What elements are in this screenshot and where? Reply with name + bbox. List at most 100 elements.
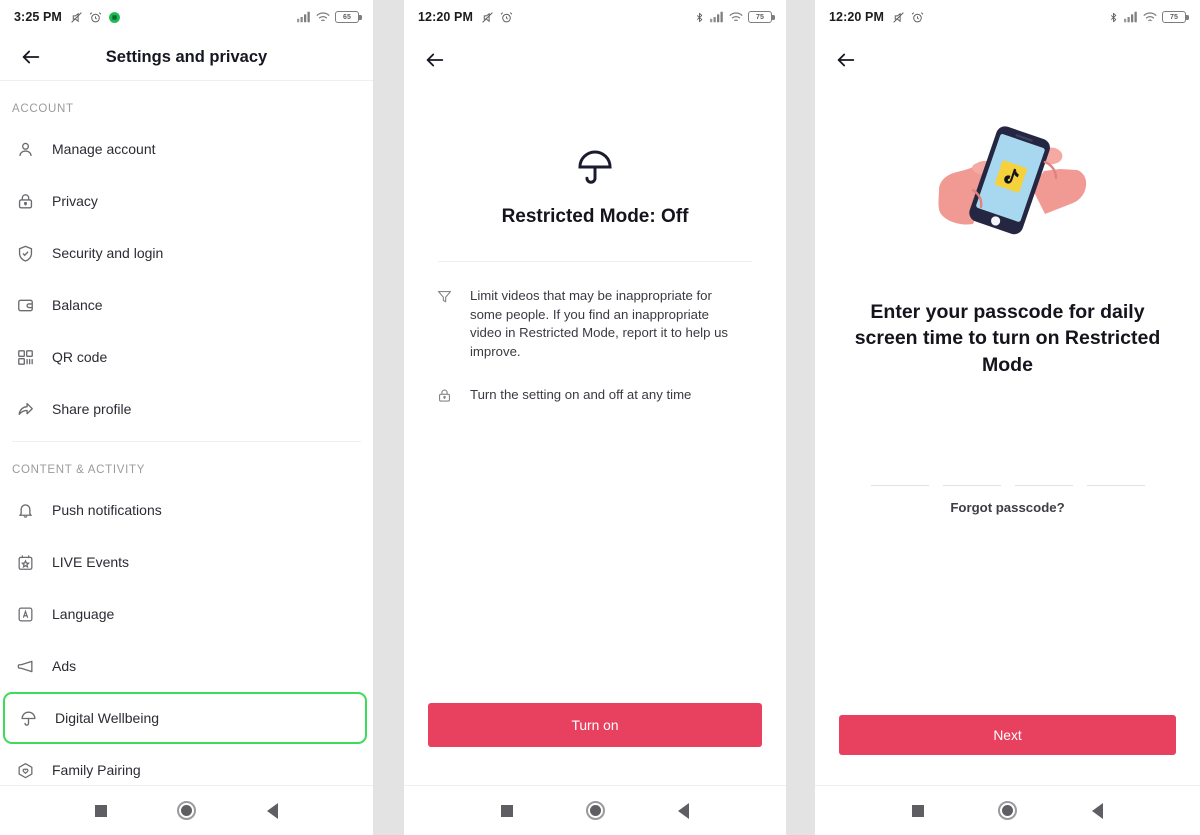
passcode-input[interactable] (870, 456, 1145, 486)
hand-holding-phone-illustration (917, 118, 1099, 245)
alarm-icon (500, 11, 513, 24)
battery-level: 75 (756, 13, 764, 21)
back-arrow-icon[interactable] (18, 44, 44, 70)
mute-icon (70, 11, 83, 24)
cta-container: Turn on (404, 703, 786, 747)
square-icon[interactable] (95, 804, 108, 817)
square-icon[interactable] (912, 804, 925, 817)
passcode-title: Enter your passcode for daily screen tim… (854, 301, 1161, 376)
list-item: Turn the setting on and off at any time (436, 386, 762, 405)
language-icon (14, 603, 36, 625)
android-nav-bar (0, 785, 373, 835)
sidebar-item-manage-account[interactable]: Manage account (0, 123, 373, 175)
sidebar-item-label: Manage account (52, 141, 156, 157)
sidebar-item-push-notifications[interactable]: Push notifications (0, 484, 373, 536)
lock-icon (14, 190, 36, 212)
turn-on-button[interactable]: Turn on (428, 703, 762, 747)
sidebar-item-privacy[interactable]: Privacy (0, 175, 373, 227)
passcode-slot[interactable] (1014, 456, 1073, 486)
passcode-slot[interactable] (942, 456, 1001, 486)
family-icon (14, 759, 36, 781)
circle-icon[interactable] (998, 801, 1018, 820)
battery-icon: 65 (335, 11, 362, 23)
passcode-slot[interactable] (870, 456, 929, 486)
sidebar-item-language[interactable]: Language (0, 588, 373, 640)
back-arrow-icon[interactable] (422, 47, 448, 73)
signal-icon (710, 11, 724, 23)
sidebar-item-label: Language (52, 606, 115, 622)
phone-panel-restricted-mode: 12:20 PM 75 Restricted Mode: Off Limit v… (404, 0, 786, 835)
sidebar-item-label: Privacy (52, 193, 98, 209)
sidebar-item-label: Ads (52, 658, 77, 674)
sidebar-item-family-pairing[interactable]: Family Pairing (0, 744, 373, 785)
lock-icon (436, 387, 454, 405)
umbrella-icon (428, 146, 762, 188)
sidebar-item-label: Digital Wellbeing (55, 710, 160, 726)
app-bar (404, 34, 786, 86)
forgot-passcode-link[interactable]: Forgot passcode? (950, 500, 1064, 515)
sidebar-item-balance[interactable]: Balance (0, 279, 373, 331)
wallet-icon (14, 294, 36, 316)
passcode-slot[interactable] (1086, 456, 1145, 486)
status-time: 12:20 PM (418, 10, 473, 24)
wifi-icon (316, 11, 330, 23)
sidebar-item-label: QR code (52, 349, 108, 365)
alarm-icon (89, 11, 102, 24)
restricted-mode-body: Restricted Mode: Off Limit videos that m… (404, 86, 786, 703)
bluetooth-icon (694, 11, 705, 24)
alarm-icon (911, 11, 924, 24)
sidebar-item-live-events[interactable]: LIVE Events (0, 536, 373, 588)
mute-icon (892, 11, 905, 24)
qr-code-icon (14, 346, 36, 368)
square-icon[interactable] (500, 804, 513, 817)
battery-icon: 75 (1162, 11, 1189, 23)
settings-list: ACCOUNT Manage account Privacy Security … (0, 81, 373, 785)
next-button[interactable]: Next (839, 715, 1176, 755)
bluetooth-icon (1108, 11, 1119, 24)
app-bar: Settings and privacy (0, 34, 373, 81)
page-title: Settings and privacy (105, 47, 268, 66)
list-item: Limit videos that may be inappropriate f… (436, 287, 762, 362)
person-icon (14, 138, 36, 160)
status-bar: 12:20 PM 75 (815, 0, 1200, 34)
status-bar: 3:25 PM 65 (0, 0, 373, 34)
list-item-text: Limit videos that may be inappropriate f… (470, 288, 729, 360)
wifi-icon (1143, 11, 1157, 23)
sidebar-item-label: Share profile (52, 401, 132, 417)
app-badge-icon (108, 11, 121, 24)
sidebar-item-qr-code[interactable]: QR code (0, 331, 373, 383)
divider (438, 261, 752, 262)
screenshot-stage: 3:25 PM 65 Settings and privacy ACCOUNT … (0, 0, 1200, 835)
phone-panel-enter-passcode: 12:20 PM 75 Enter your passcode for dail… (815, 0, 1200, 835)
bell-icon (14, 499, 36, 521)
android-nav-bar (815, 785, 1200, 835)
status-bar: 12:20 PM 75 (404, 0, 786, 34)
signal-icon (297, 11, 311, 23)
section-header-content-activity: CONTENT & ACTIVITY (12, 464, 146, 476)
sidebar-item-label: Balance (52, 297, 103, 313)
battery-icon: 75 (748, 11, 775, 23)
back-arrow-icon[interactable] (833, 47, 859, 73)
umbrella-icon (17, 707, 39, 729)
sidebar-item-label: Security and login (52, 245, 164, 261)
circle-icon[interactable] (585, 801, 605, 820)
sidebar-item-security-and-login[interactable]: Security and login (0, 227, 373, 279)
feature-list: Limit videos that may be inappropriate f… (428, 287, 762, 405)
share-icon (14, 398, 36, 420)
triangle-back-icon[interactable] (266, 802, 278, 819)
triangle-back-icon[interactable] (1091, 802, 1103, 819)
phone-panel-settings: 3:25 PM 65 Settings and privacy ACCOUNT … (0, 0, 373, 835)
sidebar-item-ads[interactable]: Ads (0, 640, 373, 692)
wifi-icon (729, 11, 743, 23)
sidebar-item-digital-wellbeing[interactable]: Digital Wellbeing (3, 692, 367, 744)
status-time: 12:20 PM (829, 10, 884, 24)
calendar-icon (14, 551, 36, 573)
sidebar-item-share-profile[interactable]: Share profile (0, 383, 373, 435)
restricted-mode-title: Restricted Mode: Off (501, 206, 689, 227)
filter-icon (436, 288, 454, 306)
triangle-back-icon[interactable] (678, 802, 690, 819)
battery-level: 75 (1170, 13, 1178, 21)
circle-icon[interactable] (177, 801, 197, 820)
megaphone-icon (14, 655, 36, 677)
sidebar-item-label: Family Pairing (52, 762, 141, 778)
